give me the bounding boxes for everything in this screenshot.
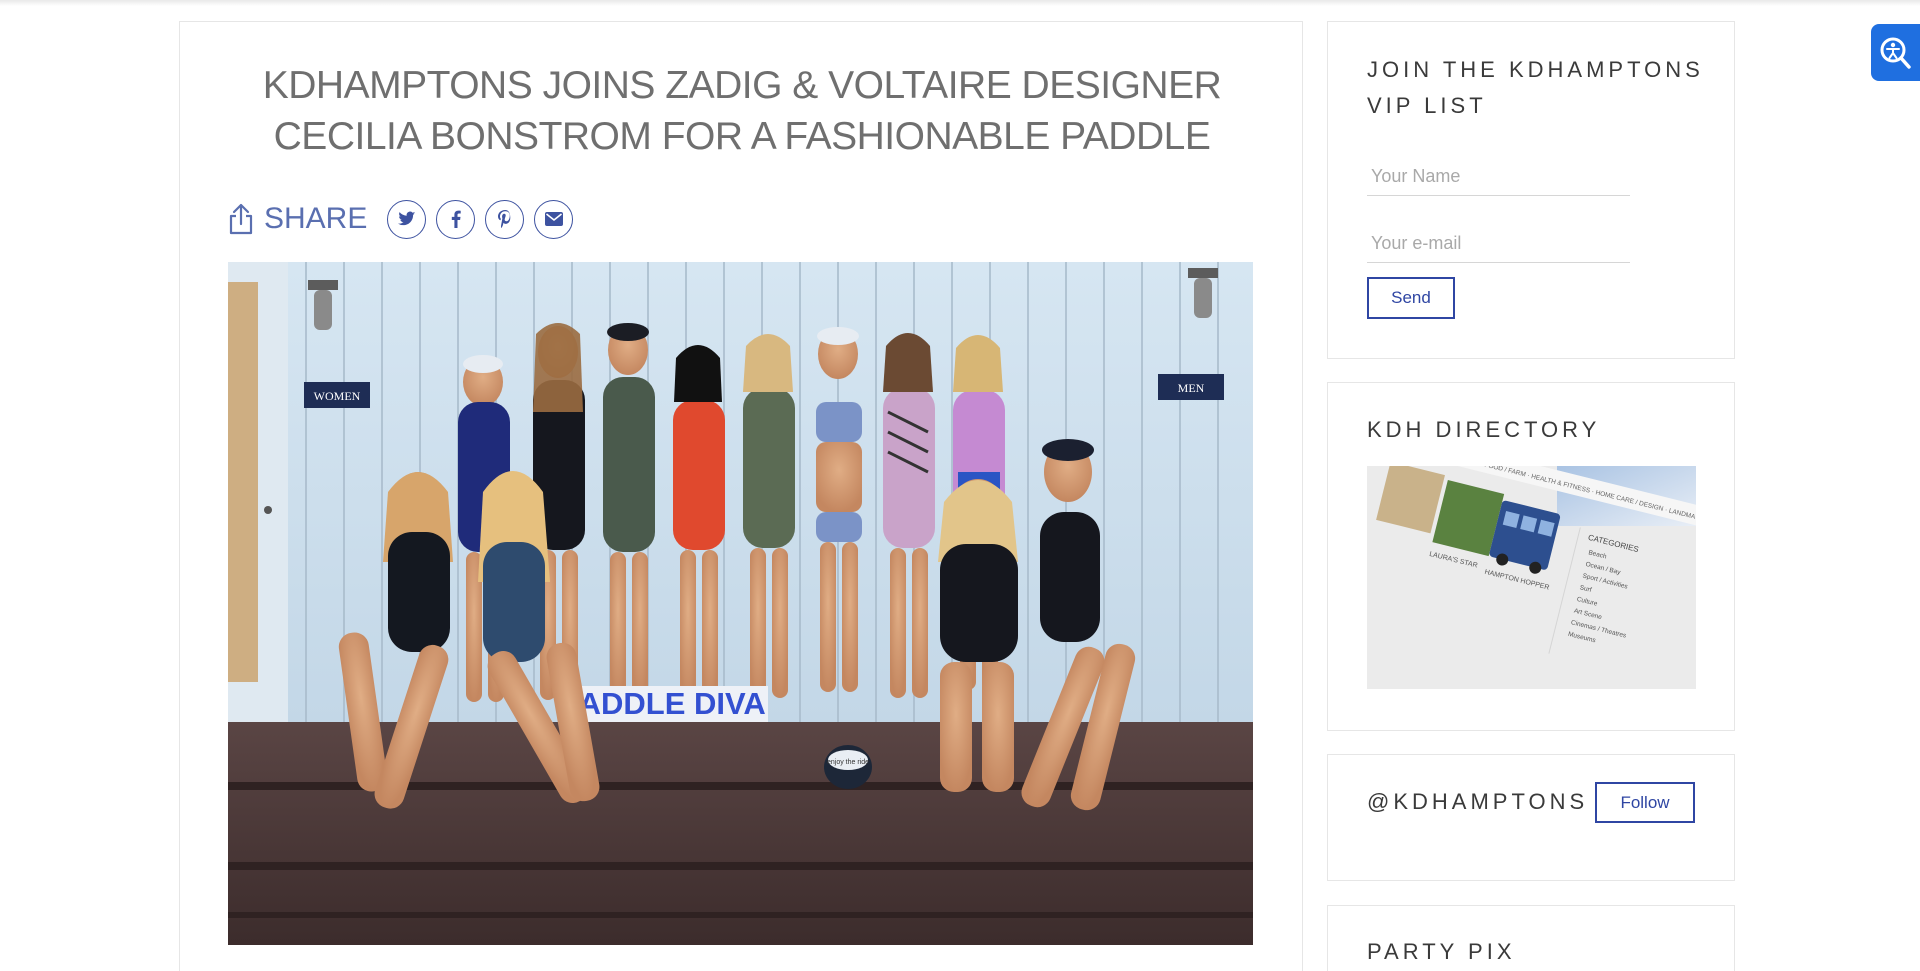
pinterest-icon bbox=[497, 210, 511, 228]
share-icon[interactable] bbox=[228, 202, 254, 236]
sign-men: MEN bbox=[1178, 381, 1205, 395]
pinterest-button[interactable] bbox=[485, 199, 525, 239]
article-card: KDHAMPTONS JOINS ZADIG & VOLTAIRE DESIGN… bbox=[179, 21, 1303, 971]
instagram-card: @KDHAMPTONS Follow bbox=[1327, 754, 1735, 881]
share-row: SHARE bbox=[228, 198, 574, 240]
email-icon bbox=[544, 212, 563, 226]
party-pix-card: PARTY PIX bbox=[1327, 905, 1735, 971]
directory-image[interactable]: FOOD / FARM · HEALTH & FITNESS · HOME CA… bbox=[1367, 466, 1696, 689]
photo-hat-text: enjoy the ride bbox=[827, 759, 869, 766]
accessibility-icon bbox=[1880, 37, 1911, 69]
email-button[interactable] bbox=[534, 199, 574, 239]
party-pix-title: PARTY PIX bbox=[1367, 939, 1516, 964]
vip-list-card: JOIN THE KDHAMPTONS VIP LIST Send bbox=[1327, 21, 1735, 359]
article-hero-photo: WOMEN MEN PADDLE DIVA enjoy the ride bbox=[228, 262, 1253, 945]
top-shadow bbox=[0, 0, 1920, 6]
directory-title: KDH DIRECTORY bbox=[1367, 417, 1601, 442]
accessibility-button[interactable] bbox=[1871, 24, 1920, 81]
instagram-handle: @KDHAMPTONS bbox=[1367, 789, 1589, 814]
article-title: KDHAMPTONS JOINS ZADIG & VOLTAIRE DESIGN… bbox=[262, 64, 1222, 158]
vip-list-title: JOIN THE KDHAMPTONS VIP LIST bbox=[1367, 57, 1704, 118]
twitter-icon bbox=[397, 211, 416, 226]
social-buttons bbox=[387, 199, 574, 239]
sign-women: WOMEN bbox=[314, 389, 361, 403]
facebook-button[interactable] bbox=[436, 199, 476, 239]
name-input[interactable] bbox=[1367, 158, 1630, 196]
directory-card: KDH DIRECTORY FOOD / FARM · HEALTH & FIT… bbox=[1327, 382, 1735, 731]
photo-banner-text: PADDLE DIVA bbox=[560, 686, 766, 721]
send-button[interactable]: Send bbox=[1367, 277, 1455, 319]
facebook-icon bbox=[451, 210, 461, 228]
follow-button[interactable]: Follow bbox=[1595, 782, 1695, 823]
twitter-button[interactable] bbox=[387, 199, 427, 239]
share-label[interactable]: SHARE bbox=[264, 202, 367, 236]
email-input[interactable] bbox=[1367, 225, 1630, 263]
